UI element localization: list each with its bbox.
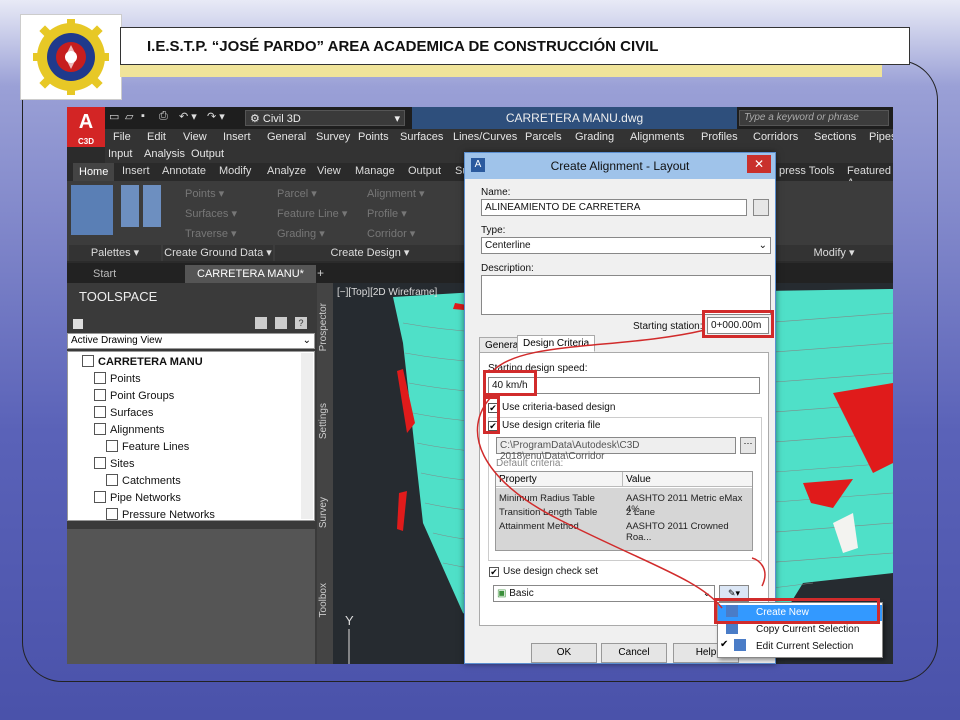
annotation-arrows (476, 329, 766, 609)
